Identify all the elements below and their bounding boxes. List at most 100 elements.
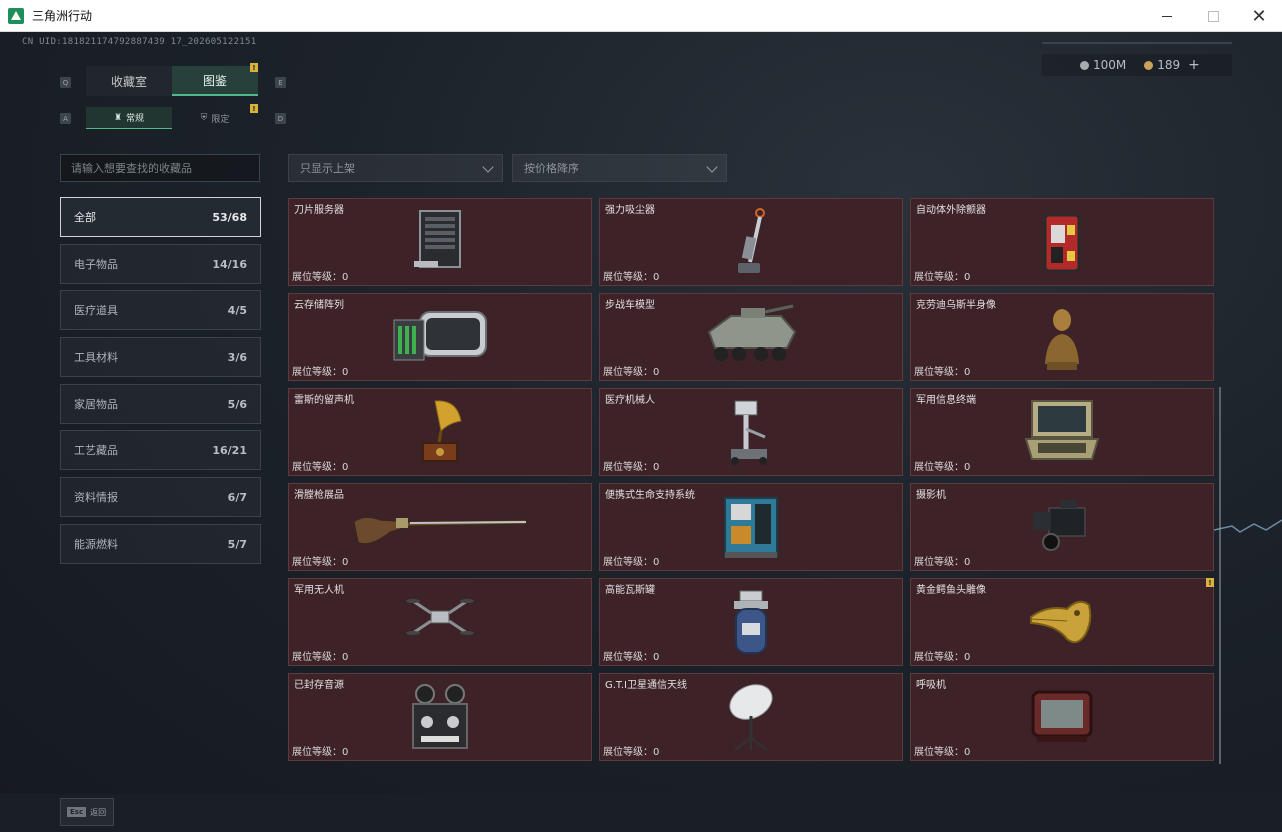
category-label: 医疗道具: [74, 304, 118, 317]
item-name: 自动体外除颤器: [916, 205, 986, 216]
subtab-limited[interactable]: ⛨ 限定: [172, 107, 258, 129]
gramophone-icon: [422, 400, 462, 462]
item-level: 展位等级：0: [603, 272, 660, 283]
item-name: 高能瓦斯罐: [605, 585, 655, 596]
game-viewport: CN UID:181821174792887439 17_20260512215…: [0, 32, 1282, 832]
item-card[interactable]: 呼吸机 展位等级：0: [910, 673, 1214, 761]
item-name: 摄影机: [916, 490, 946, 501]
esc-key-icon: Esc: [67, 807, 87, 817]
item-card[interactable]: 军用信息终端 展位等级：0: [910, 388, 1214, 476]
item-level: 展位等级：0: [603, 747, 660, 758]
back-button[interactable]: Esc 返回: [60, 798, 114, 826]
tab-collection-room[interactable]: 收藏室: [86, 66, 172, 96]
life-support-icon: [724, 497, 778, 558]
item-name: 已封存音源: [294, 680, 344, 691]
listing-filter-label: 只显示上架: [300, 162, 355, 175]
category-count: 4/5: [227, 303, 247, 317]
item-name: G.T.I卫星通信天线: [605, 680, 687, 691]
item-name: 医疗机械人: [605, 395, 655, 406]
currency-bar: 100M 189 +: [1042, 54, 1232, 76]
window-title: 三角洲行动: [32, 9, 93, 23]
category-intel[interactable]: 资料情报 6/7: [60, 477, 261, 517]
item-card[interactable]: 自动体外除颤器 展位等级：0: [910, 198, 1214, 286]
item-card[interactable]: 步战车模型 展位等级：0: [599, 293, 903, 381]
item-name: 克劳迪乌斯半身像: [916, 300, 996, 311]
item-card[interactable]: 克劳迪乌斯半身像 展位等级：0: [910, 293, 1214, 381]
category-count: 14/16: [212, 257, 247, 271]
subtab-regular[interactable]: ♜ 常规: [86, 107, 172, 129]
item-level: 展位等级：0: [603, 557, 660, 568]
close-button[interactable]: ✕: [1236, 0, 1282, 32]
ventilator-icon: [1031, 690, 1093, 742]
item-name: 军用无人机: [294, 585, 344, 596]
add-currency-button[interactable]: +: [1188, 57, 1200, 73]
key-hint-d: D: [275, 113, 286, 124]
item-card[interactable]: 刀片服务器 展位等级：0: [288, 198, 592, 286]
silver-amount: 100M: [1093, 58, 1127, 72]
tab-codex[interactable]: 图鉴: [172, 66, 258, 96]
chevron-down-icon: [482, 161, 494, 173]
item-level: 展位等级：0: [292, 652, 349, 663]
item-name: 步战车模型: [605, 300, 655, 311]
item-card[interactable]: 滑膛枪展品 展位等级：0: [288, 483, 592, 571]
item-card[interactable]: 便携式生命支持系统 展位等级：0: [599, 483, 903, 571]
item-name: 军用信息终端: [916, 395, 976, 406]
sort-dropdown[interactable]: 按价格降序: [512, 154, 727, 182]
item-card[interactable]: G.T.I卫星通信天线 展位等级：0: [599, 673, 903, 761]
item-name: 便携式生命支持系统: [605, 490, 695, 501]
search-input[interactable]: 请输入想要查找的收藏品: [60, 154, 260, 182]
item-name: 呼吸机: [916, 680, 946, 691]
item-level: 展位等级：0: [292, 462, 349, 473]
maximize-button[interactable]: [1190, 0, 1236, 32]
item-level: 展位等级：0: [292, 747, 349, 758]
item-card[interactable]: 摄影机 展位等级：0: [910, 483, 1214, 571]
listing-filter-dropdown[interactable]: 只显示上架: [288, 154, 503, 182]
subtab-regular-label: 常规: [126, 114, 145, 124]
category-count: 53/68: [212, 210, 247, 224]
category-energy[interactable]: 能源燃料 5/7: [60, 524, 261, 564]
item-card[interactable]: 雷斯的留声机 展位等级：0: [288, 388, 592, 476]
item-card[interactable]: 医疗机械人 展位等级：0: [599, 388, 903, 476]
category-crafts[interactable]: 工艺藏品 16/21: [60, 430, 261, 470]
medical-robot-icon: [731, 400, 767, 465]
item-level: 展位等级：0: [292, 367, 349, 378]
gold-amount: 189: [1157, 58, 1181, 72]
item-name: 强力吸尘器: [605, 205, 655, 216]
app-logo-icon: [8, 7, 24, 24]
uid-label: CN UID:181821174792887439 17_20260512215…: [22, 37, 257, 47]
grid-scrollbar[interactable]: [1219, 387, 1221, 764]
limited-icon: ⛨: [200, 113, 208, 123]
category-all[interactable]: 全部 53/68: [60, 197, 261, 237]
category-household[interactable]: 家居物品 5/6: [60, 384, 261, 424]
minimize-button[interactable]: [1144, 0, 1190, 32]
item-level: 展位等级：0: [914, 367, 971, 378]
window-titlebar: 三角洲行动 ✕: [0, 0, 1282, 32]
item-card[interactable]: 强力吸尘器 展位等级：0: [599, 198, 903, 286]
item-card[interactable]: 已封存音源 展位等级：0: [288, 673, 592, 761]
item-level: 展位等级：0: [603, 652, 660, 663]
item-card[interactable]: 黄金鳄鱼头雕像 展位等级：0 !: [910, 578, 1214, 666]
back-label: 返回: [90, 807, 107, 817]
ifv-model-icon: [707, 304, 797, 361]
item-card[interactable]: 云存储阵列 展位等级：0: [288, 293, 592, 381]
category-label: 工艺藏品: [74, 444, 118, 457]
window-controls: ✕: [1144, 0, 1282, 32]
item-card[interactable]: 高能瓦斯罐 展位等级：0: [599, 578, 903, 666]
category-label: 电子物品: [74, 258, 118, 271]
key-hint-a: A: [60, 113, 71, 124]
category-medical[interactable]: 医疗道具 4/5: [60, 290, 261, 330]
item-level: 展位等级：0: [914, 747, 971, 758]
blade-server-icon: [414, 210, 461, 268]
key-hint-e: E: [275, 77, 286, 88]
item-card[interactable]: 军用无人机 展位等级：0: [288, 578, 592, 666]
category-tools[interactable]: 工具材料 3/6: [60, 337, 261, 377]
item-level: 展位等级：0: [914, 557, 971, 568]
top-divider: [1042, 42, 1232, 44]
category-count: 5/6: [227, 397, 247, 411]
drone-icon: [406, 599, 474, 635]
item-name: 云存储阵列: [294, 300, 344, 311]
category-count: 3/6: [227, 350, 247, 364]
vacuum-cleaner-icon: [738, 208, 765, 273]
category-electronics[interactable]: 电子物品 14/16: [60, 244, 261, 284]
item-level: 展位等级：0: [914, 272, 971, 283]
